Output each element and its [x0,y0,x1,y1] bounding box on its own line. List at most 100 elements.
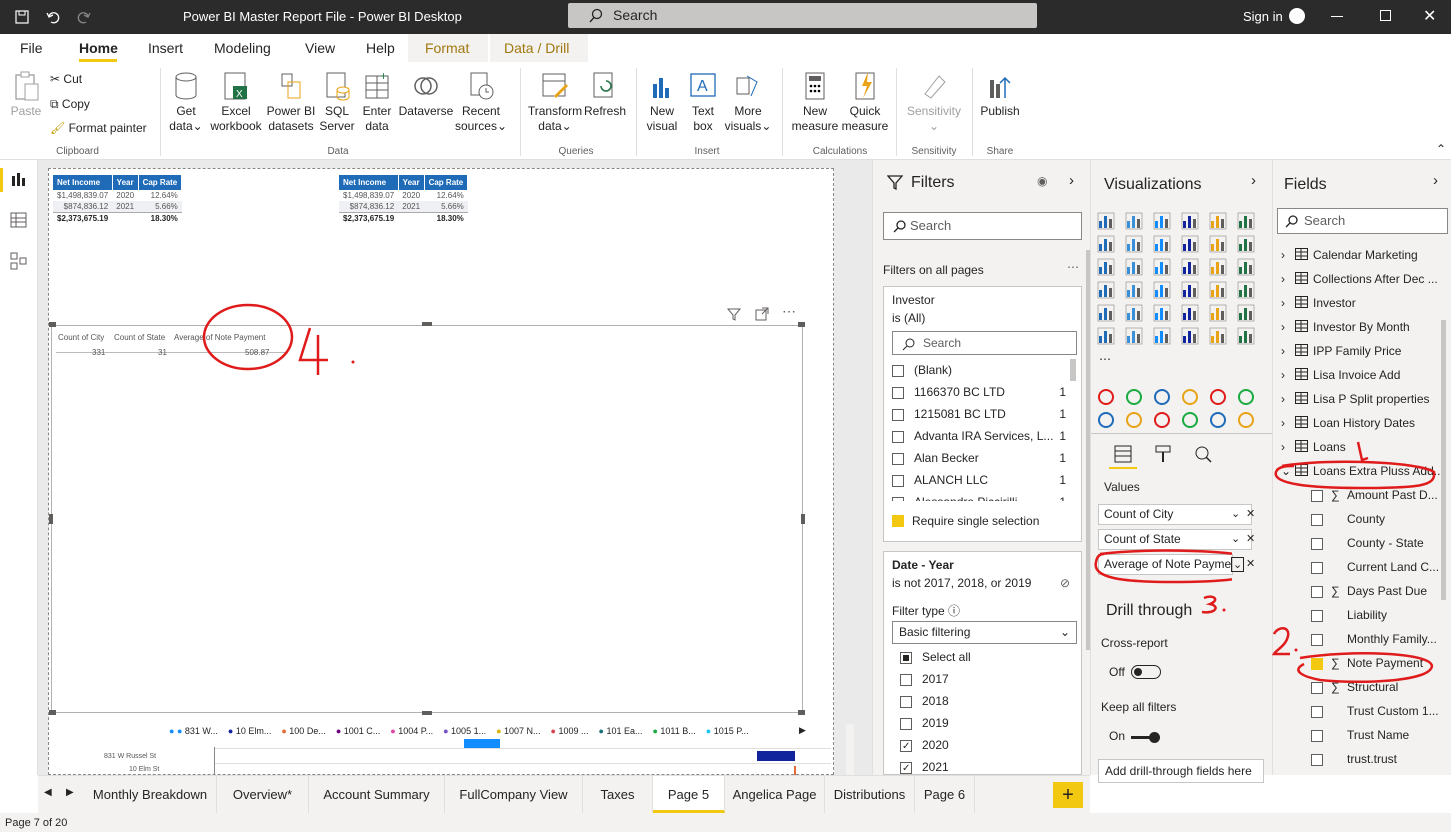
filter-list-item[interactable]: Advanta IRA Services, L... 1 [892,429,1070,449]
investor-filter-card[interactable]: Investor is (All) Search (Blank) 1166370 … [883,286,1082,542]
chevron-right-icon[interactable]: › [1281,272,1295,286]
value-well-count-of-city[interactable]: Count of City [1098,504,1252,525]
filled-map-visual-icon[interactable] [1125,281,1143,299]
format-painter-button[interactable]: 🖌 Format painter [50,121,147,136]
100-bar-visual-icon[interactable] [1209,212,1227,230]
excel-workbook-button[interactable]: X Excel workbook [208,70,264,134]
custom-visual-icon[interactable] [1125,388,1143,406]
column-header[interactable]: Cap Rate [138,175,183,190]
drill-through-drop-zone[interactable]: Add drill-through fields here [1098,759,1264,783]
remove-icon[interactable]: ✕ [1246,557,1255,570]
page-tab[interactable]: Distributions [825,776,915,813]
chevron-right-icon[interactable]: › [1281,344,1295,358]
chevron-right-icon[interactable]: › [1281,320,1295,334]
chevron-right-icon[interactable]: › [1281,392,1295,406]
analytics-icon[interactable] [1193,444,1213,464]
ribbon-visual-icon[interactable] [1237,235,1255,253]
legend-item[interactable]: ● 1011 B... [652,726,695,736]
legend-item[interactable]: ● 831 W... [177,726,218,736]
field-column-item[interactable]: Trust Name [1311,728,1409,748]
bar-chart-visual[interactable]: ● ● 831 W... ● 10 Elm... ● 100 De... ● 1001… [99,719,831,779]
keep-filters-toggle[interactable] [1131,731,1161,745]
close-icon[interactable]: ✕ [1423,6,1436,26]
custom-visual-icon[interactable] [1125,411,1143,429]
line-column-visual-icon[interactable] [1181,235,1199,253]
legend-item[interactable]: ● 1004 P... [390,726,433,736]
custom-visual-icon[interactable] [1237,411,1255,429]
hide-icon[interactable]: ⊘ [1060,576,1070,590]
checkbox[interactable] [892,386,904,399]
resize-handle[interactable] [798,322,805,327]
chevron-right-icon[interactable]: › [1281,248,1295,262]
decomposition-tree-visual-icon[interactable] [1097,327,1115,345]
field-table-item[interactable]: › Lisa P Split properties [1281,392,1430,412]
stacked-area-visual-icon[interactable] [1153,235,1171,253]
100-column-visual-icon[interactable] [1237,212,1255,230]
field-table-item[interactable]: › Calendar Marketing [1281,248,1418,268]
previous-page-icon[interactable]: ◀ [44,787,52,798]
format-paint-roller-icon[interactable] [1153,444,1173,464]
report-view-icon[interactable] [10,172,28,188]
data-view-icon[interactable] [10,212,28,228]
text-box-button[interactable]: A Text box [684,70,722,134]
cross-report-toggle[interactable] [1131,665,1161,679]
date-year-filter-card[interactable]: Date - Year is not 2017, 2018, or 2019 ⊘… [883,551,1082,775]
chevron-down-icon[interactable]: ⌄ [1231,532,1240,545]
remove-icon[interactable]: ✕ [1246,507,1255,520]
report-page[interactable]: Net Income Year Cap Rate $1,498,839.07 2020… [48,168,854,779]
collapse-pane-icon[interactable]: › [1251,172,1256,189]
filter-list-item[interactable]: Alan Becker 1 [892,451,1070,471]
add-page-button[interactable]: + [1053,782,1083,808]
checkbox[interactable] [1311,705,1323,718]
sign-in-link[interactable]: Sign in [1243,9,1283,24]
resize-handle[interactable] [49,710,56,715]
column-header[interactable]: Cap Rate [424,175,469,190]
custom-visual-icon[interactable] [1153,411,1171,429]
page-tab[interactable]: Taxes [583,776,653,813]
legend-item[interactable]: ● 1005 1... [443,726,486,736]
filter-list-item[interactable]: 1215081 BC LTD 1 [892,407,1070,427]
page-tab[interactable]: Angelica Page [725,776,825,813]
chevron-right-icon[interactable]: › [1281,296,1295,310]
transform-data-button[interactable]: Transform data⌄ [526,70,584,134]
filter-list-item[interactable]: 1166370 BC LTD 1 [892,385,1070,405]
paginated-visual-icon[interactable] [1181,327,1199,345]
donut-visual-icon[interactable] [1209,258,1227,276]
custom-visual-icon[interactable] [1209,411,1227,429]
tab-file[interactable]: File [20,40,43,56]
stacked-column-visual-icon[interactable] [1125,212,1143,230]
column-header[interactable]: Net Income [53,175,113,190]
checkbox[interactable] [1311,729,1323,742]
page-tab[interactable]: Overview* [217,776,309,813]
checkbox[interactable] [892,430,904,443]
page-tab[interactable]: Page 6 [915,776,975,813]
line-clustered-visual-icon[interactable] [1209,235,1227,253]
stacked-bar-visual-icon[interactable] [1097,212,1115,230]
more-visual-icon[interactable]: ⋯ [1097,350,1115,368]
cut-button[interactable]: ✂ Cut [50,72,82,87]
quick-measure-button[interactable]: Quick measure [840,70,890,134]
copy-button[interactable]: ⧉ Copy [50,97,90,112]
tab-insert[interactable]: Insert [148,40,183,56]
field-column-item[interactable]: trust.trust [1311,752,1397,772]
year-option[interactable]: Select all [900,650,971,670]
net-income-table-2[interactable]: Net Income Year Cap Rate $1,498,839.07 2020… [339,175,469,224]
custom-visual-icon[interactable] [1209,388,1227,406]
field-table-item[interactable]: › Loan History Dates [1281,416,1415,436]
sensitivity-button[interactable]: Sensitivity ⌄ [902,70,966,134]
column-header[interactable]: Count of City [58,333,104,342]
resize-handle[interactable] [49,322,56,327]
field-column-item[interactable]: Trust Custom 1... [1311,704,1439,724]
smart-narrative-visual-icon[interactable] [1153,327,1171,345]
net-income-table-1[interactable]: Net Income Year Cap Rate $1,498,839.07 2020… [53,175,183,224]
checkbox[interactable] [900,717,912,730]
enter-data-button[interactable]: + Enter data [358,70,396,134]
focus-mode-icon[interactable] [754,306,770,322]
publish-button[interactable]: Publish [978,70,1022,119]
legend-item[interactable]: ● 101 Ea... [599,726,643,736]
map-visual-icon[interactable] [1097,281,1115,299]
bar-segment[interactable] [757,751,795,761]
minimize-icon[interactable] [1331,16,1343,17]
legend-next-icon[interactable]: ▶ [799,725,806,736]
checkbox[interactable] [900,739,912,752]
